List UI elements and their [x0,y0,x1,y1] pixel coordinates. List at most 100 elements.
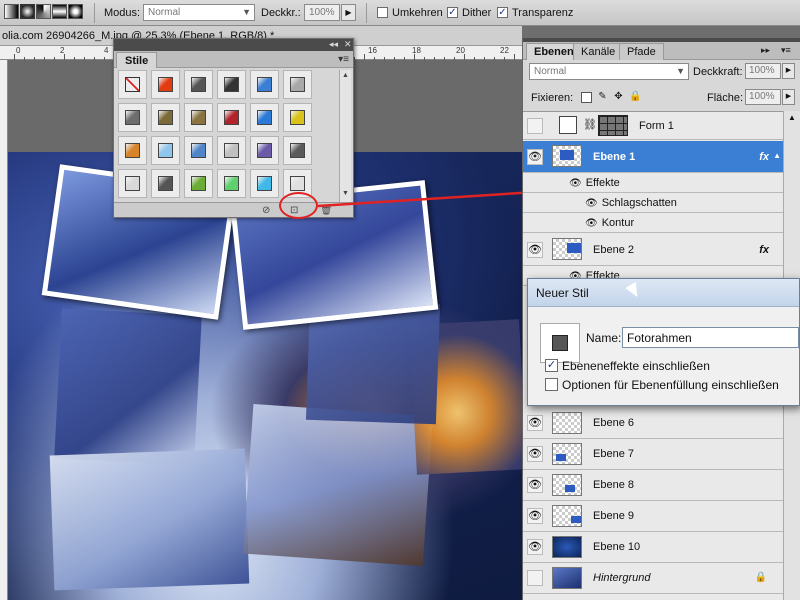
style-swatch[interactable] [250,136,279,165]
style-swatch[interactable] [151,70,180,99]
style-swatch[interactable] [217,103,246,132]
eye-icon[interactable]: 👁 [527,415,543,431]
panel-menu-icon[interactable]: ▾≡ [781,45,791,56]
blend-mode-select[interactable]: Normal ▼ [529,63,689,80]
reverse-checkbox[interactable] [377,7,388,18]
tab-styles[interactable]: Stile [116,52,158,68]
opacity-slider-arrow-icon[interactable]: ▶ [782,63,795,79]
effect-row[interactable]: 👁 Kontur [523,214,783,233]
style-swatch[interactable] [151,169,180,198]
thumbnail-content [560,150,574,160]
close-icon[interactable]: ✕ [344,39,352,50]
transparency-checkbox[interactable]: ✓ [497,7,508,18]
panel-menu-icon[interactable]: ▾≡ [338,54,349,65]
visibility-toggle[interactable] [527,570,543,586]
styles-panel-titlebar[interactable]: ◂◂ ✕ [114,39,353,51]
eye-icon[interactable]: 👁 [527,508,543,524]
radial-gradient-button[interactable] [20,4,35,19]
visibility-toggle[interactable] [527,118,543,134]
opacity-input[interactable]: 100% [304,4,340,21]
clear-style-icon[interactable]: ⊘ [262,205,270,216]
style-swatch[interactable] [184,169,213,198]
style-swatch[interactable] [250,169,279,198]
styles-scrollbar[interactable]: ▲ ▼ [339,70,351,202]
layer-row[interactable]: Hintergrund 🔒 [523,564,783,594]
style-swatch[interactable] [151,103,180,132]
layer-row[interactable]: 👁 Ebene 7 [523,440,783,470]
style-swatch[interactable] [217,169,246,198]
style-swatch[interactable] [118,70,147,99]
tab-paths[interactable]: Pfade [619,43,664,60]
ruler-number: 0 [16,46,21,55]
opacity-slider-arrow-icon[interactable]: ▶ [341,4,356,21]
eye-icon[interactable]: 👁 [569,178,582,189]
eye-icon[interactable]: 👁 [527,149,543,165]
layer-row[interactable]: 👁 Ebene 10 [523,533,783,563]
collapse-icon[interactable]: ◂◂ [329,39,338,50]
effect-row[interactable]: 👁 Schlagschatten [523,194,783,213]
style-swatch[interactable] [283,136,312,165]
chevron-up-icon[interactable]: ▲ [773,151,781,160]
angle-gradient-button[interactable] [36,4,51,19]
eye-icon[interactable]: 👁 [527,477,543,493]
eye-icon[interactable]: 👁 [527,539,543,555]
style-name-input[interactable] [622,327,799,348]
include-blending-checkbox[interactable] [545,378,558,391]
collapse-icon[interactable]: ▸▸ [761,45,770,56]
eye-icon[interactable]: 👁 [527,242,543,258]
fx-icon[interactable]: fx [759,151,769,163]
effects-row[interactable]: 👁 Effekte [523,174,783,193]
opacity-input[interactable]: 100% [745,63,781,79]
diamond-gradient-button[interactable] [68,4,83,19]
layer-row[interactable]: 👁 Ebene 6 [523,409,783,439]
layer-row-selected[interactable]: 👁 Ebene 1 fx ▲ [523,141,783,173]
style-swatch[interactable] [250,70,279,99]
scroll-down-icon[interactable]: ▼ [342,190,349,197]
style-swatch[interactable] [184,70,213,99]
style-swatch[interactable] [250,103,279,132]
trash-icon[interactable]: 🗑 [320,205,333,216]
tab-channels[interactable]: Kanäle [573,43,624,60]
style-swatch[interactable] [118,169,147,198]
thumbnail-content [567,243,581,253]
style-swatch[interactable] [283,70,312,99]
reflected-gradient-button[interactable] [52,4,67,19]
eye-icon[interactable]: 👁 [585,198,598,209]
lock-all-icon[interactable]: 🔒 [629,92,641,103]
style-swatch[interactable] [283,103,312,132]
photo-piece [54,308,202,466]
ruler-number: 2 [60,46,65,55]
layers-panel-tabs: Ebenen Kanäle Pfade ▸▸ ▾≡ [523,42,800,60]
style-swatch[interactable] [184,136,213,165]
layer-thumbnail [552,474,582,496]
lock-position-icon[interactable]: ✥ [613,92,624,103]
lock-brush-icon[interactable]: ✎ [597,92,608,103]
style-swatch[interactable] [184,103,213,132]
dither-checkbox[interactable]: ✓ [447,7,458,18]
style-swatch[interactable] [151,136,180,165]
dialog-titlebar[interactable]: Neuer Stil [528,279,799,307]
fill-input[interactable]: 100% [745,89,781,105]
eye-icon[interactable]: 👁 [585,218,598,229]
link-icon: ⛓ [583,119,597,131]
scroll-up-icon[interactable]: ▲ [788,113,796,122]
layer-row[interactable]: ⛓ Form 1 [523,112,783,140]
layer-name: Ebene 10 [593,541,641,553]
chevron-down-icon: ▼ [676,66,685,76]
linear-gradient-button[interactable] [4,4,19,19]
layer-name: Ebene 1 [593,151,636,163]
fx-icon[interactable]: fx [759,244,769,256]
style-swatch[interactable] [118,136,147,165]
style-swatch[interactable] [118,103,147,132]
mode-select[interactable]: Normal ▼ [143,4,255,21]
layer-row[interactable]: 👁 Ebene 2 fx [523,234,783,266]
eye-icon[interactable]: 👁 [527,446,543,462]
fill-slider-arrow-icon[interactable]: ▶ [782,89,795,105]
layer-row[interactable]: 👁 Ebene 8 [523,471,783,501]
layer-row[interactable]: 👁 Ebene 9 [523,502,783,532]
style-swatch[interactable] [217,136,246,165]
scroll-up-icon[interactable]: ▲ [342,72,349,79]
lock-transparency-icon[interactable] [581,92,592,103]
style-swatch[interactable] [217,70,246,99]
include-effects-checkbox[interactable]: ✓ [545,359,558,372]
